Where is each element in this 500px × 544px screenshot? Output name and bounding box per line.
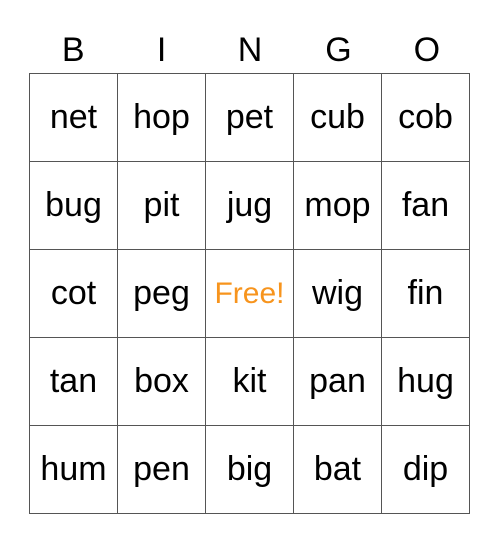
card-cell[interactable]: hum [29,425,118,514]
card-cell[interactable]: dip [381,425,470,514]
card-cell[interactable]: box [117,337,206,426]
card-cell[interactable]: bug [29,161,118,250]
card-row: tan box kit pan hug [29,337,470,426]
card-cell[interactable]: bat [293,425,382,514]
card-row: cot peg Free! wig fin [29,249,470,338]
free-space-cell[interactable]: Free! [205,249,294,338]
header-letter-b: B [61,31,85,69]
header-letter-o: O [413,31,441,69]
card-cell[interactable]: pit [117,161,206,250]
card-cell[interactable]: pen [117,425,206,514]
header-letter-i: I [156,31,167,69]
card-cell[interactable]: tan [29,337,118,426]
card-cell[interactable]: cob [381,73,470,162]
card-cell[interactable]: pet [205,73,294,162]
card-cell[interactable]: wig [293,249,382,338]
card-cell[interactable]: fan [381,161,470,250]
header-letter-n: N [237,31,263,69]
bingo-card: net hop pet cub cob bug pit jug mop fan … [29,73,470,514]
card-cell[interactable]: mop [293,161,382,250]
card-cell[interactable]: cub [293,73,382,162]
card-cell[interactable]: hug [381,337,470,426]
card-cell[interactable]: net [29,73,118,162]
card-cell[interactable]: kit [205,337,294,426]
bingo-header: B I N G O [29,28,471,72]
card-cell[interactable]: jug [205,161,294,250]
card-cell[interactable]: pan [293,337,382,426]
header-letter-g: G [325,31,352,69]
card-cell[interactable]: big [205,425,294,514]
card-row: bug pit jug mop fan [29,161,470,250]
card-cell[interactable]: fin [381,249,470,338]
card-row: net hop pet cub cob [29,73,470,162]
card-cell[interactable]: peg [117,249,206,338]
card-row: hum pen big bat dip [29,425,470,514]
card-cell[interactable]: hop [117,73,206,162]
card-cell[interactable]: cot [29,249,118,338]
